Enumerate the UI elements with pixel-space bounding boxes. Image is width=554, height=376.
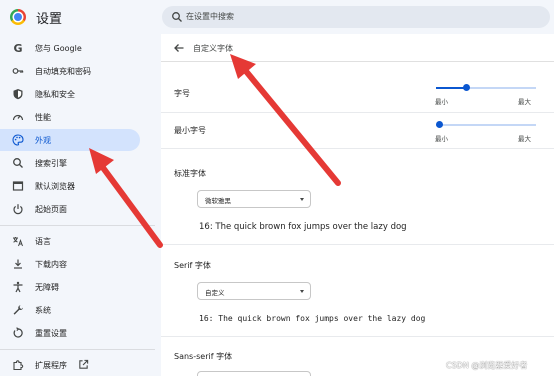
sidebar-item-autofill[interactable]: 自动填充和密码 [0, 60, 140, 82]
sidebar-item-label: 起始页面 [35, 205, 67, 214]
slider-max-label: 最大 [518, 135, 531, 143]
browser-window-icon [12, 181, 24, 191]
select-value: 自定义 [205, 289, 225, 297]
sidebar-item-label: 性能 [35, 113, 51, 122]
slider-max-label: 最大 [518, 98, 531, 106]
sidebar-item-languages[interactable]: 语言 [0, 230, 140, 252]
chrome-logo-icon [10, 9, 26, 25]
standard-font-select[interactable]: 微软雅黑 [197, 190, 311, 208]
slider-thumb[interactable] [463, 84, 470, 91]
svg-text:G: G [13, 42, 22, 54]
serif-font-preview: 16: The quick brown fox jumps over the l… [199, 314, 426, 323]
slider-thumb[interactable] [436, 121, 443, 128]
sidebar-item-reset[interactable]: 重置设置 [0, 322, 140, 344]
sidebar-item-accessibility[interactable]: 无障碍 [0, 276, 140, 298]
sans-serif-font-select[interactable] [197, 371, 311, 376]
sidebar-divider [0, 349, 155, 350]
search-icon [172, 12, 182, 22]
speedometer-icon [12, 114, 24, 121]
sidebar-item-label: 下载内容 [35, 260, 67, 269]
sidebar-item-privacy[interactable]: 隐私和安全 [0, 83, 140, 105]
sidebar-divider [0, 225, 155, 226]
back-arrow-icon[interactable] [173, 42, 185, 54]
page-title: 设置 [36, 12, 63, 27]
top-bar: 设置 在设置中搜索 [0, 0, 554, 34]
sidebar-item-you-and-google[interactable]: G 您与 Google [0, 37, 140, 59]
power-icon [13, 204, 23, 215]
slider-track [436, 124, 536, 126]
sidebar-item-label: 外观 [35, 136, 51, 145]
dropdown-caret-icon [300, 290, 304, 293]
sidebar-item-performance[interactable]: 性能 [0, 106, 140, 128]
download-icon [14, 259, 22, 269]
select-value: 微软雅黑 [205, 197, 231, 205]
sidebar-item-label: 自动填充和密码 [35, 67, 91, 76]
dropdown-caret-icon [300, 198, 304, 201]
sidebar-item-label: 扩展程序 [35, 361, 67, 370]
sidebar-item-label: 您与 Google [35, 44, 82, 53]
font-size-slider[interactable] [436, 82, 536, 94]
accessibility-icon [13, 281, 23, 293]
search-placeholder: 在设置中搜索 [186, 12, 234, 21]
font-size-label: 字号 [174, 89, 190, 98]
sidebar-item-appearance[interactable]: 外观 [0, 129, 140, 151]
wrench-icon [13, 305, 23, 315]
standard-font-preview: 16: The quick brown fox jumps over the l… [199, 222, 407, 232]
sans-serif-font-label: Sans-serif 字体 [174, 352, 233, 361]
sidebar-item-label: 搜索引擎 [35, 159, 67, 168]
sidebar-item-search-engine[interactable]: 搜索引擎 [0, 152, 140, 174]
sidebar-item-downloads[interactable]: 下载内容 [0, 253, 140, 275]
sidebar-item-extensions[interactable]: 扩展程序 [0, 354, 140, 376]
divider [161, 336, 554, 337]
min-font-size-label: 最小字号 [174, 126, 206, 135]
slider-fill [436, 87, 466, 89]
serif-font-select[interactable]: 自定义 [197, 282, 311, 300]
shield-icon [13, 89, 23, 100]
sidebar-item-label: 系统 [35, 306, 51, 315]
reset-icon [13, 327, 23, 338]
sidebar-item-label: 默认浏览器 [35, 182, 75, 191]
sidebar-item-label: 语言 [35, 237, 51, 246]
sidebar-item-system[interactable]: 系统 [0, 299, 140, 321]
serif-font-label: Serif 字体 [174, 261, 211, 270]
subpage-header: 自定义字体 [161, 34, 554, 62]
sidebar-item-label: 重置设置 [35, 329, 67, 338]
sidebar-item-label: 无障碍 [35, 283, 59, 292]
external-link-icon [79, 359, 89, 369]
slider-min-label: 最小 [435, 135, 448, 143]
google-g-icon: G [13, 42, 22, 54]
key-icon [12, 68, 24, 74]
standard-font-label: 标准字体 [174, 169, 206, 178]
sidebar-item-label: 隐私和安全 [35, 90, 75, 99]
divider [161, 148, 554, 149]
min-font-size-slider[interactable] [436, 119, 536, 131]
palette-icon [12, 134, 24, 146]
translate-icon [13, 237, 23, 247]
search-input[interactable]: 在设置中搜索 [162, 6, 550, 28]
sidebar: G 您与 Google 自动填充和密码 隐私和安全 性能 外观 搜索引擎 默认浏… [0, 34, 155, 376]
search-icon [13, 158, 23, 168]
sidebar-item-default-browser[interactable]: 默认浏览器 [0, 175, 140, 197]
slider-min-label: 最小 [435, 98, 448, 106]
subpage-title: 自定义字体 [193, 44, 233, 53]
divider [161, 112, 554, 113]
watermark: CSDN @浏览器爱好者 [446, 361, 528, 370]
sidebar-item-startup[interactable]: 起始页面 [0, 198, 140, 220]
extension-puzzle-icon [13, 360, 24, 371]
settings-card: 自定义字体 字号 最小 最大 最小字号 最小 最大 标准字体 微软雅黑 16: … [161, 34, 554, 376]
divider [161, 244, 554, 245]
